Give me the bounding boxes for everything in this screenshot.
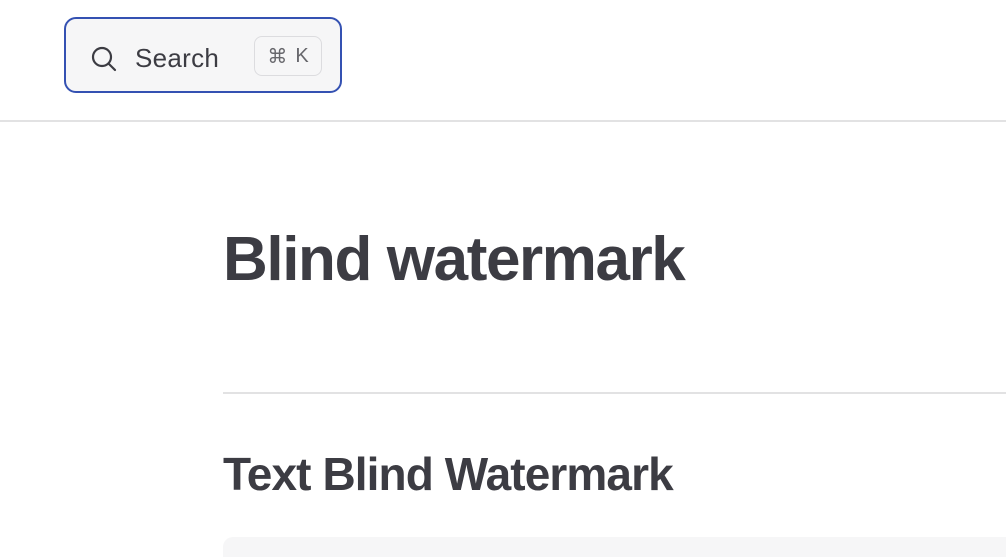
section-heading: Text Blind Watermark: [223, 448, 674, 500]
search-button[interactable]: Search ⌘ K: [64, 17, 342, 93]
keyboard-shortcut-badge: ⌘ K: [254, 36, 322, 76]
page-title: Blind watermark: [223, 225, 686, 294]
command-key-symbol: ⌘: [267, 45, 288, 68]
main-content: Blind watermark Text Blind Watermark: [223, 122, 1006, 557]
shortcut-key: K: [295, 44, 309, 67]
search-label: Search: [135, 43, 220, 73]
code-block: [223, 537, 1006, 557]
section-divider: [223, 392, 1006, 394]
top-navbar: Search ⌘ K: [0, 0, 1006, 122]
search-icon: [91, 46, 117, 72]
